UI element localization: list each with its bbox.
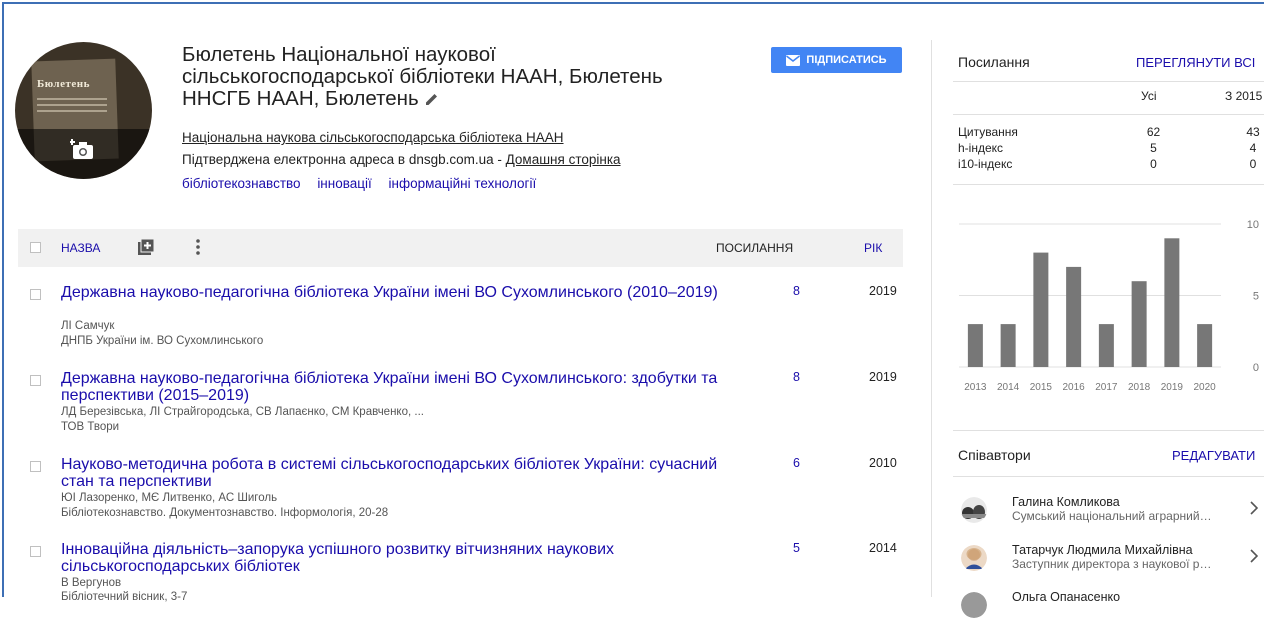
coauthor-name: Галина Комликова bbox=[1012, 495, 1120, 509]
view-all-link[interactable]: ПЕРЕГЛЯНУТИ ВСІ bbox=[1136, 55, 1255, 70]
stat-row-h-index: h-індекс 5 4 bbox=[958, 141, 1257, 155]
sort-by-title[interactable]: НАЗВА bbox=[61, 241, 100, 255]
column-all: Усі bbox=[1141, 89, 1157, 103]
article-authors: ЛД Березівська, ЛІ Страйгородська, СВ Ла… bbox=[61, 406, 424, 418]
coauthor-name: Ольга Опанасенко bbox=[1012, 590, 1121, 604]
more-vert-icon[interactable] bbox=[195, 238, 201, 256]
chart-bar-2016[interactable] bbox=[1066, 266, 1082, 367]
select-all-checkbox[interactable] bbox=[30, 242, 41, 253]
article-cites[interactable]: 8 bbox=[793, 284, 800, 298]
citations-chart: 10 5 0 2013 2014 2015 2016 2017 2018 2019 2020 bbox=[959, 219, 1259, 393]
coauthor-affiliation: Заступник директора з наукової роботи bbox=[1012, 557, 1212, 571]
add-article-icon[interactable] bbox=[138, 239, 154, 255]
article-publication: ТОВ Твори bbox=[61, 421, 120, 433]
article-year: 2010 bbox=[869, 456, 897, 470]
column-divider bbox=[931, 40, 932, 597]
x-tick-label: 2017 bbox=[1095, 382, 1118, 393]
edit-coauthors-link[interactable]: РЕДАГУВАТИ bbox=[1172, 448, 1255, 463]
y-tick-label: 5 bbox=[1253, 291, 1259, 303]
sort-by-cites[interactable]: ПОСИЛАННЯ bbox=[716, 241, 793, 255]
coauthor-avatar bbox=[961, 497, 987, 523]
table-row: Державна науково-педагогічна бібліотека … bbox=[18, 284, 903, 354]
article-cites[interactable]: 8 bbox=[793, 370, 800, 384]
interest-tag[interactable]: бібліотекознавство bbox=[182, 176, 301, 191]
chevron-right-icon bbox=[1250, 501, 1258, 515]
article-cites[interactable]: 5 bbox=[793, 541, 800, 555]
chevron-right-icon bbox=[1250, 549, 1258, 563]
x-tick-label: 2013 bbox=[964, 382, 987, 393]
add-photo-icon[interactable] bbox=[70, 138, 96, 160]
article-authors: ЮІ Лазоренко, МЄ Литвенко, АС Шиголь bbox=[61, 492, 278, 504]
article-year: 2014 bbox=[869, 541, 897, 555]
column-since: З 2015 bbox=[1225, 89, 1263, 103]
avatar-book-title: Бюлетень bbox=[37, 78, 90, 90]
email-icon bbox=[786, 54, 801, 66]
profile-affiliation[interactable]: Національна наукова сільськогосподарська… bbox=[182, 130, 564, 145]
chart-bar-2013[interactable] bbox=[967, 324, 983, 367]
chart-bar-2020[interactable] bbox=[1197, 324, 1213, 367]
table-row: Державна науково-педагогічна бібліотека … bbox=[18, 370, 903, 440]
article-cites[interactable]: 6 bbox=[793, 456, 800, 470]
article-title[interactable]: Державна науково-педагогічна бібліотека … bbox=[61, 284, 721, 301]
article-year: 2019 bbox=[869, 370, 897, 384]
row-checkbox[interactable] bbox=[30, 461, 41, 472]
coauthor-name: Татарчук Людмила Михайлівна bbox=[1012, 543, 1193, 557]
article-authors: ЛІ Самчук bbox=[61, 320, 115, 332]
subscribe-button[interactable]: ПІДПИСАТИСЬ bbox=[771, 47, 902, 73]
homepage-link[interactable]: Домашня сторінка bbox=[506, 152, 621, 167]
y-tick-label: 0 bbox=[1253, 362, 1259, 374]
article-authors: В Вергунов bbox=[61, 577, 122, 589]
article-title[interactable]: Науково-методична робота в системі сільс… bbox=[61, 456, 721, 490]
chart-bar-2017[interactable] bbox=[1098, 324, 1114, 367]
edit-pencil-icon[interactable] bbox=[425, 92, 439, 106]
row-checkbox[interactable] bbox=[30, 546, 41, 557]
coauthor-affiliation: Сумський національний аграрний університ… bbox=[1012, 509, 1212, 523]
coauthor-item[interactable]: Татарчук Людмила Михайлівна Заступник ди… bbox=[958, 539, 1264, 577]
profile-email: Підтверджена електронна адреса в dnsgb.c… bbox=[182, 152, 621, 167]
coauthors-title: Співавтори bbox=[958, 447, 1031, 463]
stat-row-i10-index: i10-індекс 0 0 bbox=[958, 157, 1257, 171]
citations-title: Посилання bbox=[958, 54, 1030, 70]
profile-name: Бюлетень Національної наукової сільськог… bbox=[182, 43, 663, 110]
stat-row-citations: Цитування 62 43 bbox=[958, 125, 1260, 139]
chart-bar-2014[interactable] bbox=[1000, 324, 1016, 367]
profile-interests: бібліотекознавство інновації інформаційн… bbox=[182, 176, 549, 191]
x-tick-label: 2015 bbox=[1030, 382, 1053, 393]
chart-bar-2019[interactable] bbox=[1164, 238, 1180, 367]
y-tick-label: 10 bbox=[1247, 219, 1259, 231]
x-tick-label: 2018 bbox=[1128, 382, 1151, 393]
article-publication: Бібліотекознавство. Документознавство. І… bbox=[61, 507, 389, 519]
coauthor-item[interactable]: Галина Комликова Сумський національний а… bbox=[958, 491, 1264, 529]
table-row: Інноваційна діяльність–запорука успішног… bbox=[18, 541, 903, 603]
row-checkbox[interactable] bbox=[30, 375, 41, 386]
chart-bar-2018[interactable] bbox=[1131, 281, 1147, 367]
sort-by-year[interactable]: РІК bbox=[864, 241, 882, 255]
x-tick-label: 2020 bbox=[1194, 382, 1217, 393]
chart-bar-2015[interactable] bbox=[1033, 252, 1049, 367]
profile-avatar[interactable]: Бюлетень bbox=[15, 42, 152, 179]
coauthor-item[interactable]: Ольга Опанасенко bbox=[958, 586, 1264, 624]
article-year: 2019 bbox=[869, 284, 897, 298]
coauthor-avatar bbox=[961, 545, 987, 571]
article-publication: ДНПБ України ім. ВО Сухомлинського bbox=[61, 335, 264, 347]
x-tick-label: 2019 bbox=[1161, 382, 1184, 393]
article-title[interactable]: Інноваційна діяльність–запорука успішног… bbox=[61, 541, 721, 575]
articles-table-header: НАЗВА ПОСИЛАННЯ РІК bbox=[18, 229, 903, 267]
interest-tag[interactable]: інформаційні технології bbox=[389, 176, 537, 191]
x-tick-label: 2016 bbox=[1063, 382, 1086, 393]
interest-tag[interactable]: інновації bbox=[317, 176, 371, 191]
row-checkbox[interactable] bbox=[30, 289, 41, 300]
table-row: Науково-методична робота в системі сільс… bbox=[18, 456, 903, 526]
coauthor-avatar bbox=[961, 592, 987, 618]
article-publication: Бібліотечний вісник, 3-7 bbox=[61, 591, 188, 603]
x-tick-label: 2014 bbox=[997, 382, 1020, 393]
article-title[interactable]: Державна науково-педагогічна бібліотека … bbox=[61, 370, 721, 404]
